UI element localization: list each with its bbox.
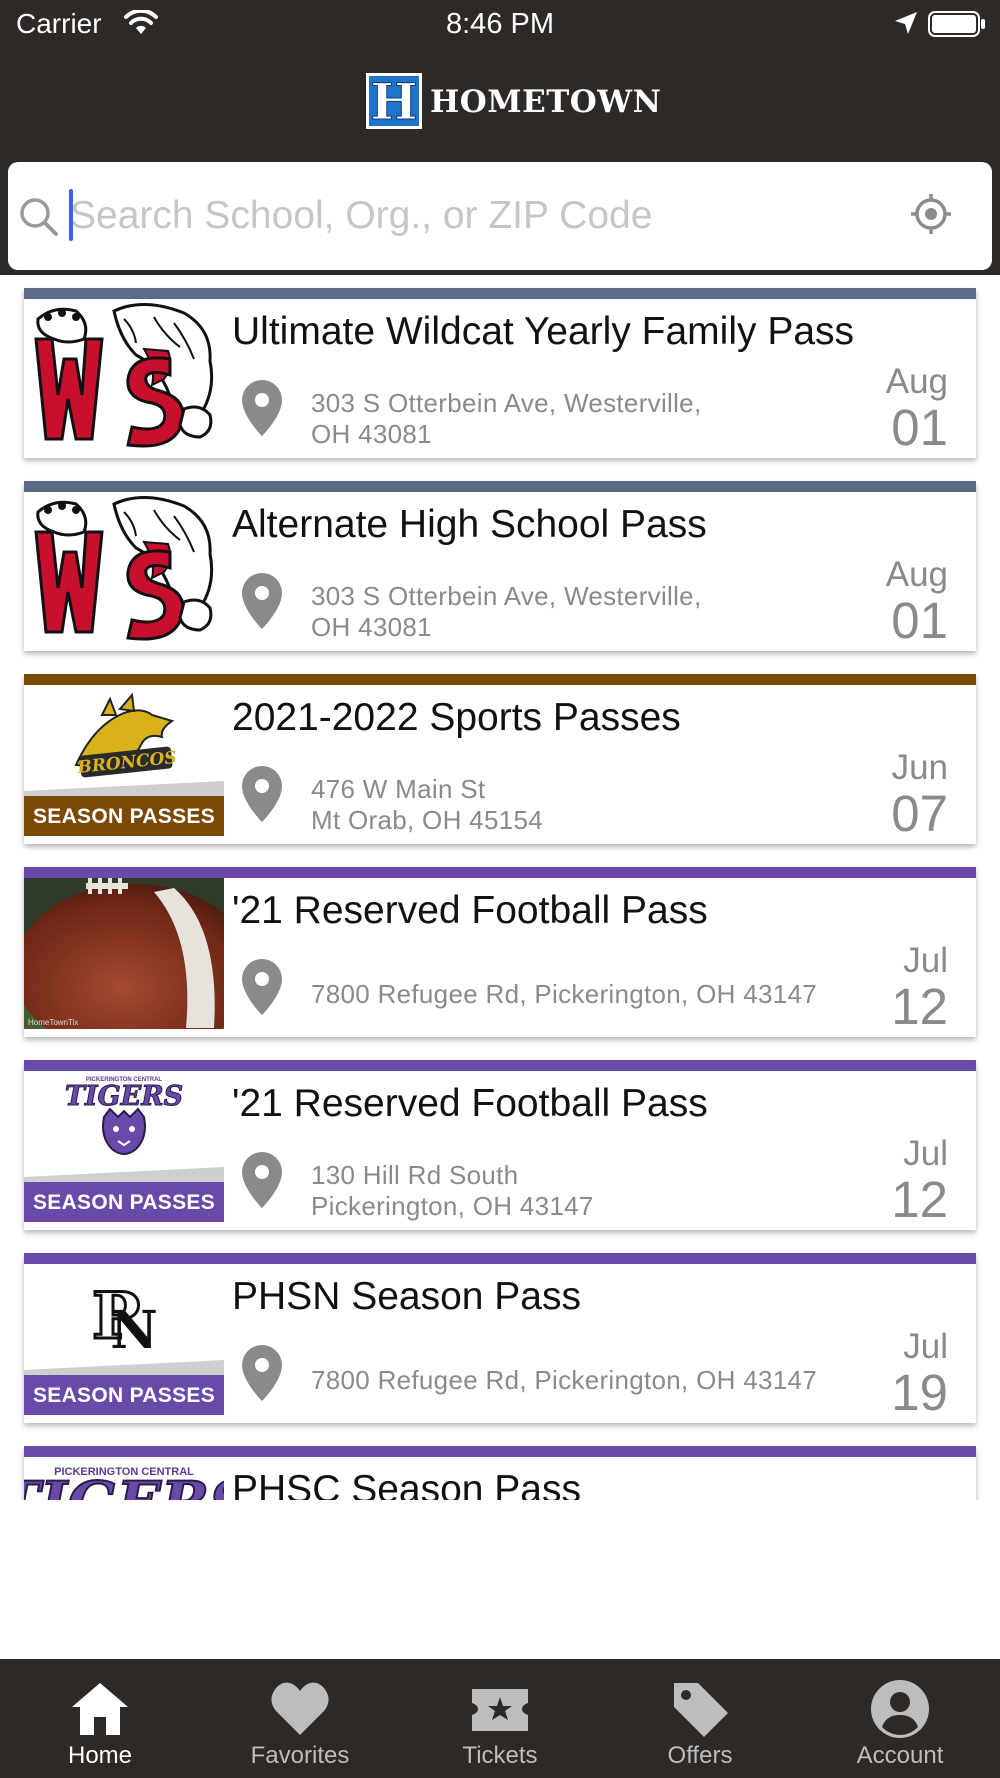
thumb-logo-text: TIGERS (65, 1081, 183, 1112)
clock: 8:46 PM (446, 8, 554, 40)
pass-card[interactable]: Alternate High School Pass 303 S Otterbe… (24, 481, 976, 651)
pass-title: PHSC Season Pass (232, 1468, 582, 1500)
app-header: Carrier 8:46 PM H HOMETOWN (0, 0, 1000, 275)
card-accent-bar (24, 288, 976, 299)
pass-title: PHSN Season Pass (232, 1275, 582, 1318)
tigers-season-passes: PICKERINGTON CENTRAL TIGERS SEASON PASSE… (24, 1071, 224, 1222)
pass-address-line1: 476 W Main St (311, 774, 486, 804)
pass-month: Aug (885, 555, 948, 594)
tab-tickets[interactable]: Tickets (400, 1659, 600, 1778)
location-pin-icon (242, 380, 282, 436)
search-icon (20, 198, 58, 236)
tigers-wordmark: PICKERINGTON CENTRAL TIGERS (24, 1457, 224, 1500)
pass-address-line2: OH 43081 (311, 612, 432, 642)
pass-day: 12 (891, 978, 948, 1035)
pass-title: '21 Reserved Football Pass (232, 889, 708, 932)
pass-address-line2: Pickerington, OH 43147 (311, 1191, 594, 1221)
ws-wildcat-logo (24, 299, 224, 450)
pass-card[interactable]: Ultimate Wildcat Yearly Family Pass 303 … (24, 288, 976, 458)
card-accent-bar (24, 1446, 976, 1457)
location-pin-icon (242, 959, 282, 1015)
hometown-h-mark: H (366, 73, 422, 129)
pass-day: 01 (891, 592, 948, 649)
tab-label: Favorites (250, 1742, 350, 1769)
pass-title: Ultimate Wildcat Yearly Family Pass (232, 310, 855, 353)
football-photo: HomeTownTix (24, 878, 224, 1029)
tab-bar: Home Favorites Tickets Offers Account (0, 1659, 1000, 1778)
pass-card[interactable]: PICKERINGTON CENTRAL TIGERS SEASON PASSE… (24, 1060, 976, 1230)
thumb-logo-text: TIGERS (24, 1469, 224, 1500)
pass-title: Alternate High School Pass (232, 503, 707, 546)
pass-month: Jul (903, 941, 948, 980)
pass-month: Jul (903, 1327, 948, 1366)
card-accent-bar (24, 867, 976, 878)
status-bar: Carrier 8:46 PM (0, 0, 1000, 52)
season-passes-badge: SEASON PASSES (24, 1182, 224, 1222)
pn-season-passes: P N SEASON PASSES (24, 1264, 224, 1415)
tab-account[interactable]: Account (800, 1659, 1000, 1778)
card-accent-bar (24, 674, 976, 685)
search-input[interactable] (68, 180, 892, 252)
tab-label: Offers (667, 1742, 733, 1769)
tab-label: Account (856, 1742, 944, 1769)
search-box[interactable] (8, 162, 992, 270)
tab-label: Tickets (462, 1742, 538, 1769)
location-pin-icon (242, 1152, 282, 1208)
battery-icon (928, 11, 985, 37)
pass-address-line2: Mt Orab, OH 45154 (311, 805, 543, 835)
hometown-logo: H HOMETOWN (366, 73, 661, 131)
card-accent-bar (24, 481, 976, 492)
svg-text:N: N (110, 1300, 158, 1361)
thumb-watermark: HomeTownTix (28, 1018, 79, 1027)
pass-address-line1: 303 S Otterbein Ave, Westerville, (311, 581, 702, 611)
season-passes-badge: SEASON PASSES (24, 796, 224, 836)
pass-month: Jun (891, 748, 948, 787)
tab-favorites[interactable]: Favorites (200, 1659, 400, 1778)
pass-card[interactable]: BRONCOS SEASON PASSES 2021-2022 Sports P… (24, 674, 976, 844)
tab-label: Home (67, 1742, 133, 1769)
ticket-icon (472, 1689, 528, 1731)
card-accent-bar (24, 1253, 976, 1264)
broncos-season-passes: BRONCOS SEASON PASSES (24, 685, 224, 836)
pass-title: 2021-2022 Sports Passes (232, 696, 681, 739)
pass-day: 01 (891, 399, 948, 456)
logo-letter: H (370, 73, 417, 129)
pass-address-line1: 130 Hill Rd South (311, 1160, 519, 1190)
pass-card[interactable]: P N SEASON PASSES PHSN Season Pass 7800 … (24, 1253, 976, 1423)
pass-title: '21 Reserved Football Pass (232, 1082, 708, 1125)
pass-day: 12 (891, 1171, 948, 1228)
account-icon (871, 1680, 929, 1738)
pass-card[interactable]: HomeTownTix '21 Reserved Football Pass 7… (24, 867, 976, 1037)
pass-address-line1: 303 S Otterbein Ave, Westerville, (311, 388, 702, 418)
home-icon (72, 1683, 128, 1735)
pass-list[interactable]: Ultimate Wildcat Yearly Family Pass 303 … (0, 275, 1000, 1500)
text-cursor (69, 189, 73, 241)
current-location-icon[interactable] (910, 193, 952, 235)
heart-icon (271, 1682, 329, 1735)
pass-month: Aug (885, 362, 948, 401)
logo-text: HOMETOWN (430, 84, 662, 120)
location-pin-icon (242, 1345, 282, 1401)
location-pin-icon (242, 573, 282, 629)
location-arrow-icon (895, 12, 917, 34)
tab-home[interactable]: Home (0, 1659, 200, 1778)
pass-card[interactable]: PICKERINGTON CENTRAL TIGERS PHSC Season … (24, 1446, 976, 1500)
tag-icon (674, 1683, 728, 1737)
card-accent-bar (24, 1060, 976, 1071)
pass-month: Jul (903, 1134, 948, 1173)
location-pin-icon (242, 766, 282, 822)
pass-address-line2: OH 43081 (311, 419, 432, 449)
pass-day: 19 (891, 1364, 948, 1421)
tab-offers[interactable]: Offers (600, 1659, 800, 1778)
pass-address-line1: 7800 Refugee Rd, Pickerington, OH 43147 (311, 1365, 818, 1395)
pass-day: 07 (891, 785, 948, 842)
pass-address-line1: 7800 Refugee Rd, Pickerington, OH 43147 (311, 979, 818, 1009)
season-passes-badge: SEASON PASSES (24, 1375, 224, 1415)
ws-wildcat-logo (24, 492, 224, 643)
